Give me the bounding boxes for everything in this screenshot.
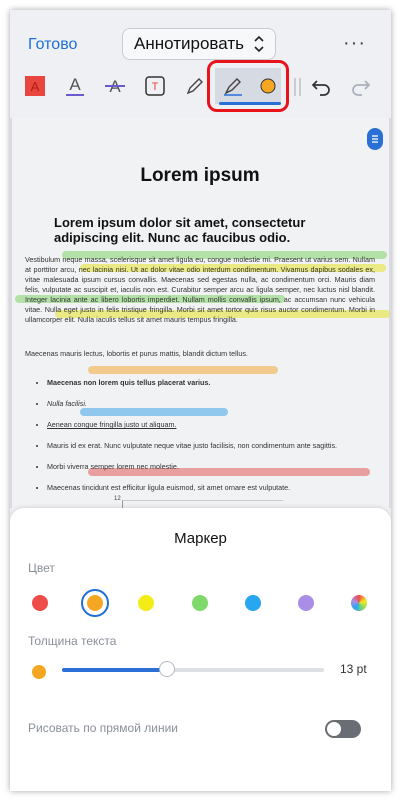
straight-line-label: Рисовать по прямой линии: [28, 721, 178, 735]
color-section-label: Цвет: [28, 561, 55, 575]
document-list: Maecenas non lorem quis tellus placerat …: [25, 378, 391, 504]
thickness-color-dot: [32, 665, 46, 679]
list-item: Nulla facilisi.: [47, 399, 391, 409]
color-swatch-red[interactable]: [32, 595, 48, 611]
pencil-icon[interactable]: [180, 70, 210, 102]
document-subtitle: Lorem ipsum dolor sit amet, consectetur …: [54, 215, 306, 245]
svg-text:T: T: [152, 81, 159, 93]
document-paragraph: Vestibulum neque massa, scelerisque sit …: [25, 255, 375, 324]
highlight-orange[interactable]: [88, 366, 278, 374]
color-swatch-yellow[interactable]: [138, 595, 154, 611]
list-item: Mauris id ex erat. Nunc vulputate neque …: [47, 441, 391, 451]
color-dot-icon[interactable]: [253, 70, 283, 102]
toolbar-divider: [294, 78, 296, 96]
thickness-slider[interactable]: [62, 661, 324, 677]
color-swatch-green[interactable]: [192, 595, 208, 611]
mode-dropdown[interactable]: Аннотировать: [122, 28, 276, 60]
thickness-label: Толщина текста: [28, 634, 117, 648]
redo-icon[interactable]: [346, 70, 376, 102]
svg-text:A: A: [31, 79, 40, 94]
more-menu-button[interactable]: ···: [343, 32, 366, 55]
color-swatch-purple[interactable]: [298, 595, 314, 611]
top-bar: Готово Аннотировать ···: [10, 10, 391, 70]
color-swatch-blue[interactable]: [245, 595, 261, 611]
annotation-toolbar: A A A T: [10, 70, 391, 114]
done-button[interactable]: Готово: [28, 36, 77, 54]
text-insert-icon[interactable]: T: [140, 70, 170, 102]
highlighter-icon[interactable]: [218, 70, 248, 102]
sheet-title: Маркер: [174, 530, 227, 547]
chart-tick-label: 12: [114, 496, 121, 502]
thickness-slider-fill: [62, 668, 167, 672]
color-swatch-orange[interactable]: [87, 595, 103, 611]
list-item: Morbi viverra semper lorem nec molestie.: [47, 462, 391, 472]
list-item: Aenean congue fringilla justo ut aliquam…: [47, 420, 391, 430]
straight-line-toggle[interactable]: [325, 720, 361, 738]
mode-dropdown-label: Аннотировать: [134, 34, 244, 53]
thickness-slider-knob[interactable]: [158, 661, 175, 677]
list-item: Maecenas non lorem quis tellus placerat …: [47, 378, 391, 388]
text-box-red-icon[interactable]: A: [20, 70, 50, 102]
document-title: Lorem ipsum: [140, 165, 260, 186]
thickness-value: 13 pt: [340, 662, 367, 676]
svg-text:A: A: [69, 75, 81, 94]
marker-settings-sheet: Маркер Цвет Толщина текста 13 pt Рисоват…: [10, 508, 391, 791]
toggle-knob: [327, 722, 341, 736]
scroll-handle[interactable]: [367, 128, 383, 150]
app-window: Готово Аннотировать ··· A A A T: [10, 10, 391, 791]
list-item: Maecenas tincidunt est efficitur ligula …: [47, 483, 391, 493]
toolbar-divider: [299, 78, 301, 96]
color-swatch-rainbow[interactable]: [351, 595, 367, 611]
list-icon: [372, 135, 378, 143]
chevron-up-down-icon: [254, 35, 264, 53]
undo-icon[interactable]: [306, 70, 336, 102]
document-paragraph: Maecenas mauris lectus, lobortis et puru…: [25, 349, 248, 358]
strikethrough-icon[interactable]: A: [100, 70, 130, 102]
text-color-icon[interactable]: A: [60, 70, 90, 102]
